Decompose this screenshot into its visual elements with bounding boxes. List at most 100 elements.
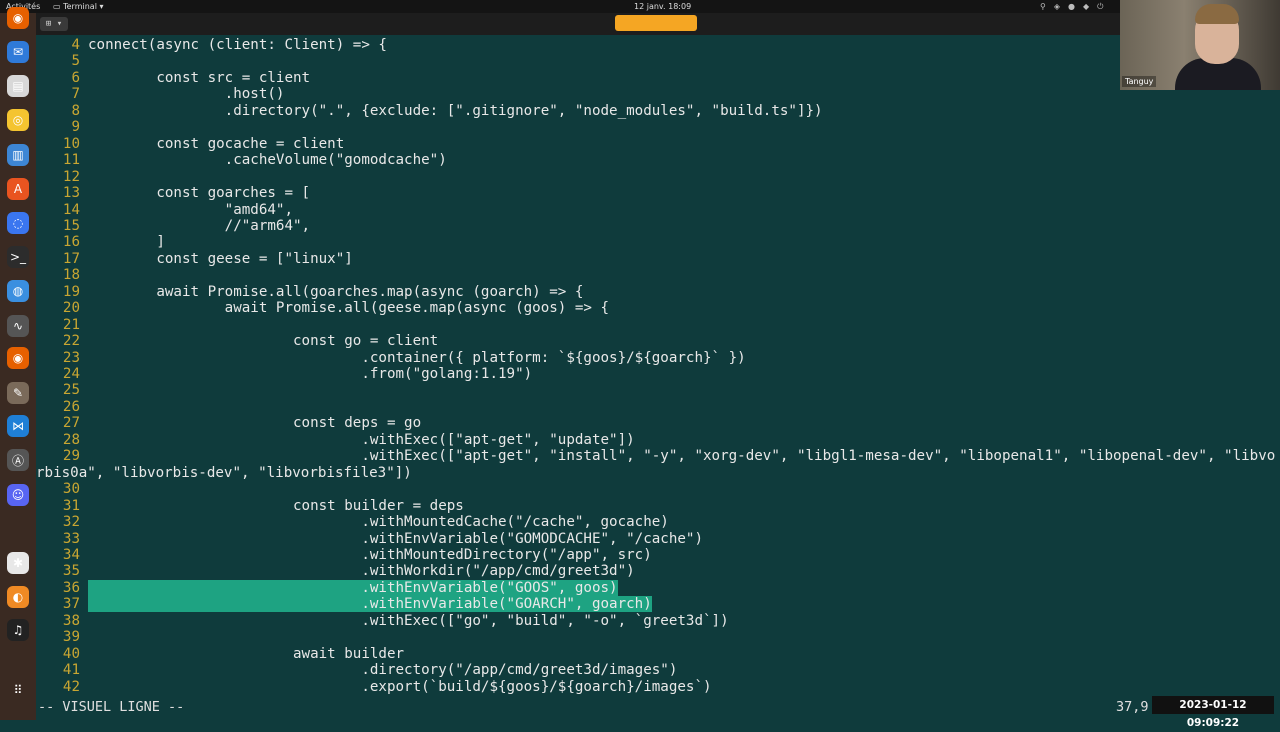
code-line[interactable]: 28 .withExec(["apt-get", "update"]): [36, 432, 635, 449]
steam-icon[interactable]: ●: [1068, 2, 1083, 11]
line-number: 17: [62, 250, 80, 267]
code-line[interactable]: 7 .host(): [36, 86, 284, 103]
firefox-icon[interactable]: ◉: [7, 7, 29, 29]
code-line[interactable]: 39: [36, 629, 88, 646]
line-number: 38: [62, 612, 80, 629]
blender-icon[interactable]: ◐: [7, 586, 29, 608]
line-number: 33: [62, 530, 80, 547]
line-number: 22: [62, 333, 80, 350]
code-line[interactable]: 31 const builder = deps: [36, 498, 464, 515]
chromium-icon[interactable]: ◍: [7, 280, 29, 302]
code-line[interactable]: 21: [36, 317, 88, 334]
code-line[interactable]: 14 "amd64",: [36, 202, 293, 219]
code-line[interactable]: 36 .withEnvVariable("GOOS", goos): [36, 579, 618, 597]
firefox-dev-icon[interactable]: ◉: [7, 347, 29, 369]
thunderbird-icon[interactable]: ✉: [7, 41, 29, 63]
code-line[interactable]: 33 .withEnvVariable("GOMODCACHE", "/cach…: [36, 531, 703, 548]
files-icon[interactable]: ▤: [7, 75, 29, 97]
code-line[interactable]: 10 const gocache = client: [36, 136, 344, 153]
code-text: const gocache = client: [88, 135, 345, 152]
signal-icon[interactable]: ◌: [7, 212, 29, 234]
power-icon[interactable]: ⏻: [1097, 2, 1111, 11]
line-number: 36: [62, 579, 80, 596]
code-line[interactable]: 5: [36, 53, 88, 70]
code-line[interactable]: 9: [36, 119, 88, 136]
code-line[interactable]: 26: [36, 399, 88, 416]
line-number: 40: [62, 645, 80, 662]
network-icon[interactable]: ◈: [1054, 2, 1068, 11]
code-line[interactable]: 15 //"arm64",: [36, 218, 310, 235]
code-line[interactable]: 41 .directory("/app/cmd/greet3d/images"): [36, 662, 677, 679]
code-text: .withExec(["apt-get", "install", "-y", "…: [88, 448, 1276, 465]
code-line[interactable]: 35 .withWorkdir("/app/cmd/greet3d"): [36, 563, 635, 580]
code-text: .withExec(["go", "build", "-o", `greet3d…: [88, 612, 729, 629]
code-line[interactable]: 42 .export(`build/${goos}/${goarch}/imag…: [36, 679, 712, 696]
line-number: 42: [62, 678, 80, 695]
vscode-icon[interactable]: ⋈: [7, 415, 29, 437]
line-number: 14: [62, 201, 80, 218]
line-number: 24: [62, 366, 80, 382]
terminal-icon[interactable]: >_: [7, 246, 29, 268]
code-line[interactable]: 37 .withEnvVariable("GOARCH", goarch): [36, 596, 652, 613]
gimp-icon[interactable]: ✎: [7, 382, 29, 404]
app-grid-icon[interactable]: ⠿: [7, 679, 29, 701]
code-text: connect(async (client: Client) => {: [88, 37, 387, 53]
chevron-down-icon: ▾: [96, 2, 104, 11]
code-line[interactable]: 22 const go = client: [36, 333, 438, 350]
code-line[interactable]: 25: [36, 382, 88, 399]
discord-icon[interactable]: ☺: [7, 484, 29, 506]
code-text: await builder: [88, 645, 405, 662]
line-number: 8: [71, 102, 80, 119]
line-number: 31: [62, 497, 80, 514]
code-line[interactable]: 11 .cacheVolume("gomodcache"): [36, 152, 447, 169]
code-line[interactable]: 29 .withExec(["apt-get", "install", "-y"…: [36, 448, 1275, 465]
line-number: 9: [71, 119, 80, 136]
webcam-name-label: Tanguy: [1122, 76, 1157, 87]
code-line[interactable]: 8 .directory(".", {exclude: [".gitignore…: [36, 102, 822, 120]
code-line[interactable]: 30: [36, 481, 88, 498]
code-line[interactable]: 18: [36, 267, 88, 284]
writer-icon[interactable]: ▥: [7, 144, 29, 166]
line-number: 4: [71, 37, 80, 53]
code-line[interactable]: 23 .container({ platform: `${goos}/${goa…: [36, 350, 746, 367]
system-monitor-icon[interactable]: ∿: [7, 315, 29, 337]
new-tab-button[interactable]: ⊞ ▾: [40, 17, 68, 31]
code-line[interactable]: 17 const geese = ["linux"]: [36, 251, 353, 268]
code-line[interactable]: 24 .from("golang:1.19"): [36, 366, 532, 383]
code-text: await Promise.all(goarches.map(async (go…: [88, 283, 584, 300]
code-line[interactable]: 34 .withMountedDirectory("/app", src): [36, 547, 652, 564]
software-icon[interactable]: Ⓐ: [7, 449, 29, 471]
code-line[interactable]: 27 const deps = go: [36, 415, 421, 432]
app-menu[interactable]: ▭ Terminal ▾: [53, 0, 103, 13]
code-line[interactable]: 20 await Promise.all(geese.map(async (go…: [36, 300, 609, 317]
music-icon[interactable]: ♫: [7, 619, 29, 641]
clock[interactable]: 12 janv. 18:09: [634, 0, 691, 13]
line-number: 35: [62, 563, 80, 580]
bluetooth-icon[interactable]: ⚲: [1040, 2, 1054, 11]
code-line[interactable]: 38 .withExec(["go", "build", "-o", `gree…: [36, 613, 729, 630]
dock: ◉ ✉ ▤ ◎ ▥ A ◌ >_ ◍ ∿ ◉ ✎ ⋈ Ⓐ ☺ ✱ ◐ ♫ ⠿: [0, 7, 36, 720]
code-text: const go = client: [88, 333, 439, 350]
line-number: 10: [62, 135, 80, 152]
vim-editor[interactable]: 4 connect(async (client: Client) => {5 6 c…: [36, 35, 1280, 697]
code-line[interactable]: 40 await builder: [36, 646, 404, 663]
discord-tray-icon[interactable]: ◆: [1083, 2, 1097, 11]
code-text: .withWorkdir("/app/cmd/greet3d"): [88, 563, 635, 580]
app-center-icon[interactable]: A: [7, 178, 29, 200]
webcam-overlay: Tanguy: [1120, 0, 1280, 90]
code-line[interactable]: 19 await Promise.all(goarches.map(async …: [36, 283, 584, 301]
code-line[interactable]: 4 connect(async (client: Client) => {: [36, 37, 387, 54]
code-line[interactable]: 16 ]: [36, 234, 165, 251]
rhythmbox-icon[interactable]: ◎: [7, 109, 29, 131]
code-line[interactable]: 6 const src = client: [36, 70, 310, 87]
slack-icon[interactable]: ✱: [7, 552, 29, 574]
code-line[interactable]: rbis0a", "libvorbis-dev", "libvorbisfile…: [36, 465, 412, 482]
code-line[interactable]: 13 const goarches = [: [36, 185, 310, 202]
system-tray[interactable]: ⚲◈●◆⏻: [1040, 0, 1111, 13]
terminal-menu-icon: ▭: [53, 2, 64, 11]
code-line[interactable]: 12: [36, 169, 88, 186]
line-number: 15: [62, 217, 80, 234]
code-line[interactable]: 32 .withMountedCache("/cache", gocache): [36, 514, 669, 531]
line-number: 6: [71, 69, 80, 86]
code-text: .from("golang:1.19"): [88, 366, 533, 382]
